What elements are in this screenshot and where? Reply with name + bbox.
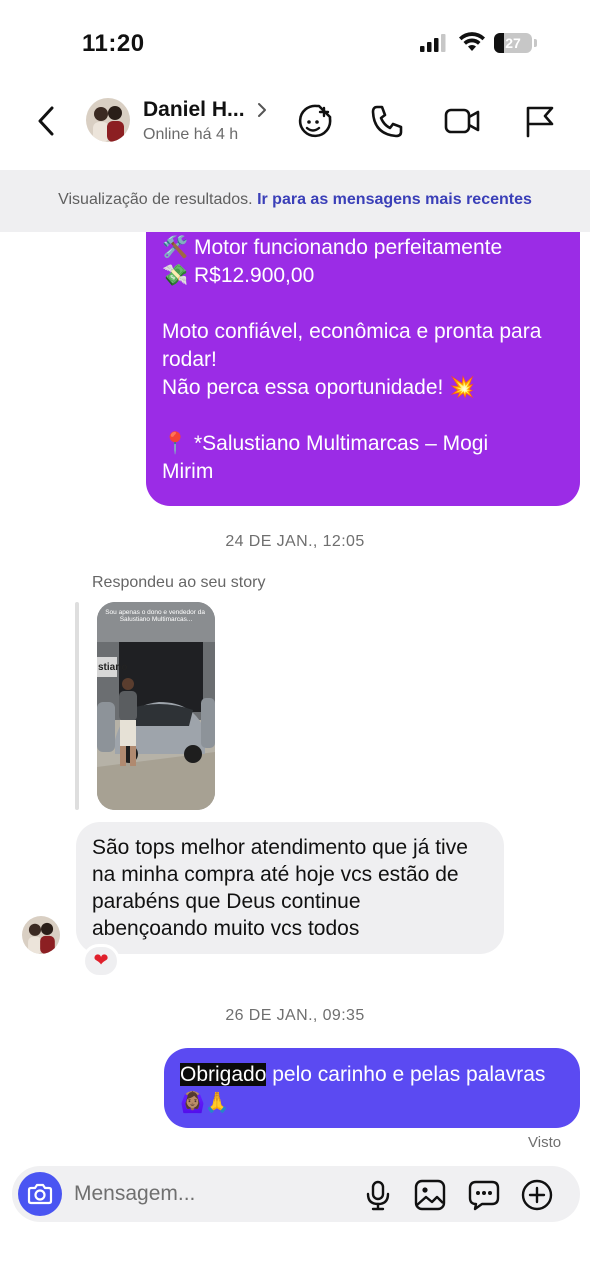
message-line: parabéns que Deus continue — [92, 890, 361, 913]
sender-avatar[interactable] — [22, 916, 60, 954]
chevron-right-icon[interactable] — [256, 102, 268, 118]
phone-icon[interactable] — [368, 102, 406, 140]
date-separator: 24 DE JAN., 12:05 — [225, 533, 365, 550]
contact-avatar[interactable] — [86, 98, 130, 142]
message-line: 💸 R$12.900,00 — [162, 264, 315, 287]
message-text: pelo carinho e pelas palavras — [266, 1063, 546, 1086]
cellular-signal-icon — [420, 34, 446, 52]
battery-indicator: 27 — [494, 33, 538, 53]
message-line: Moto confiável, econômica e pronta para — [162, 320, 542, 343]
seen-status: Visto — [528, 1134, 562, 1151]
sent-message-bubble[interactable]: Obrigado pelo carinho e pelas palavras 🙆… — [164, 1048, 580, 1128]
search-results-banner: Visualização de resultados. Ir para as m… — [0, 170, 590, 232]
message-line: Obrigado pelo carinho e pelas palavras — [180, 1061, 564, 1089]
battery-tip — [534, 39, 537, 47]
highlighted-search-term: Obrigado — [180, 1063, 267, 1086]
microphone-icon[interactable] — [362, 1179, 394, 1211]
jump-to-recent-link[interactable]: Ir para as mensagens mais recentes — [257, 191, 532, 208]
sticker-icon[interactable] — [296, 102, 334, 140]
message-emojis: 🙆🏽‍♀️🙏 — [180, 1092, 230, 1114]
message-line: na minha compra até hoje vcs estão de — [92, 863, 459, 886]
message-line: Mirim — [162, 460, 214, 483]
sent-message-bubble[interactable]: 🛠️ Motor funcionando perfeitamente 💸 R$1… — [146, 232, 580, 506]
message-line: abençoando muito vcs todos — [92, 917, 360, 940]
heart-reaction[interactable]: ❤ — [82, 944, 120, 978]
message-line: rodar! — [162, 348, 217, 371]
message-line: Não perca essa oportunidade! 💥 — [162, 376, 476, 399]
gallery-icon[interactable] — [414, 1179, 446, 1211]
camera-button[interactable] — [18, 1172, 62, 1216]
chat-header: Daniel H... Online há 4 h — [0, 80, 590, 170]
message-line: São tops melhor atendimento que já tive — [92, 836, 468, 859]
flag-icon[interactable] — [520, 102, 558, 140]
received-message-bubble[interactable]: São tops melhor atendimento que já tive … — [76, 822, 504, 954]
date-separator: 26 DE JAN., 09:35 — [225, 1007, 365, 1024]
battery-body: 27 — [494, 33, 532, 53]
story-reply-label: Respondeu ao seu story — [92, 574, 266, 591]
message-input[interactable] — [74, 1166, 354, 1222]
banner-text: Visualização de resultados. — [58, 191, 253, 208]
reply-indicator-bar — [75, 602, 79, 810]
contact-status: Online há 4 h — [143, 126, 239, 143]
message-line: 📍 *Salustiano Multimarcas – Mogi — [162, 432, 489, 455]
story-sign-text: stiano — [98, 662, 127, 673]
video-icon[interactable] — [443, 102, 481, 140]
back-icon[interactable] — [32, 104, 62, 138]
story-caption: Sou apenas o dono e vendedor da Salustia… — [105, 609, 207, 623]
message-composer — [12, 1166, 580, 1222]
contact-name[interactable]: Daniel H... — [143, 98, 245, 122]
message-line: 🛠️ Motor funcionando perfeitamente — [162, 236, 503, 259]
camera-icon — [27, 1183, 53, 1205]
wifi-icon — [459, 32, 485, 51]
story-thumbnail[interactable]: stiano Sou apenas o dono e vendedor da S… — [97, 602, 215, 810]
battery-percent: 27 — [505, 35, 521, 51]
status-time: 11:20 — [82, 30, 145, 57]
plus-icon[interactable] — [521, 1179, 553, 1211]
status-bar: 11:20 27 — [0, 0, 590, 80]
sticker-chat-icon[interactable] — [468, 1179, 500, 1211]
